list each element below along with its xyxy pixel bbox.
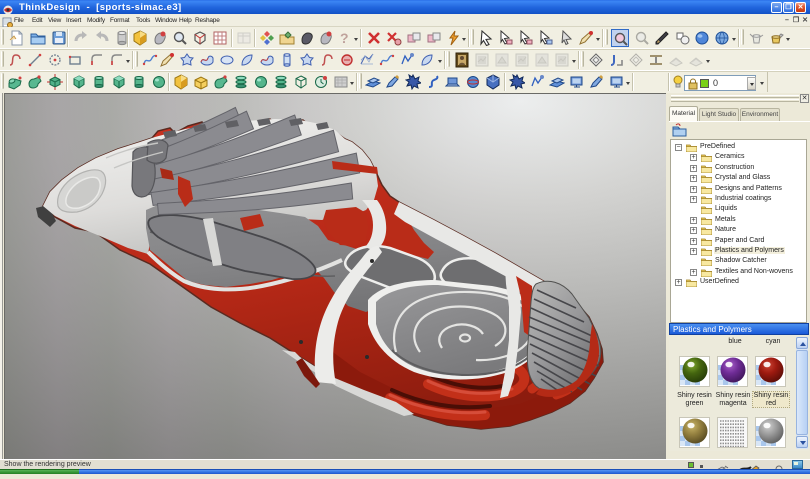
svg-text:?: ? (340, 30, 349, 46)
